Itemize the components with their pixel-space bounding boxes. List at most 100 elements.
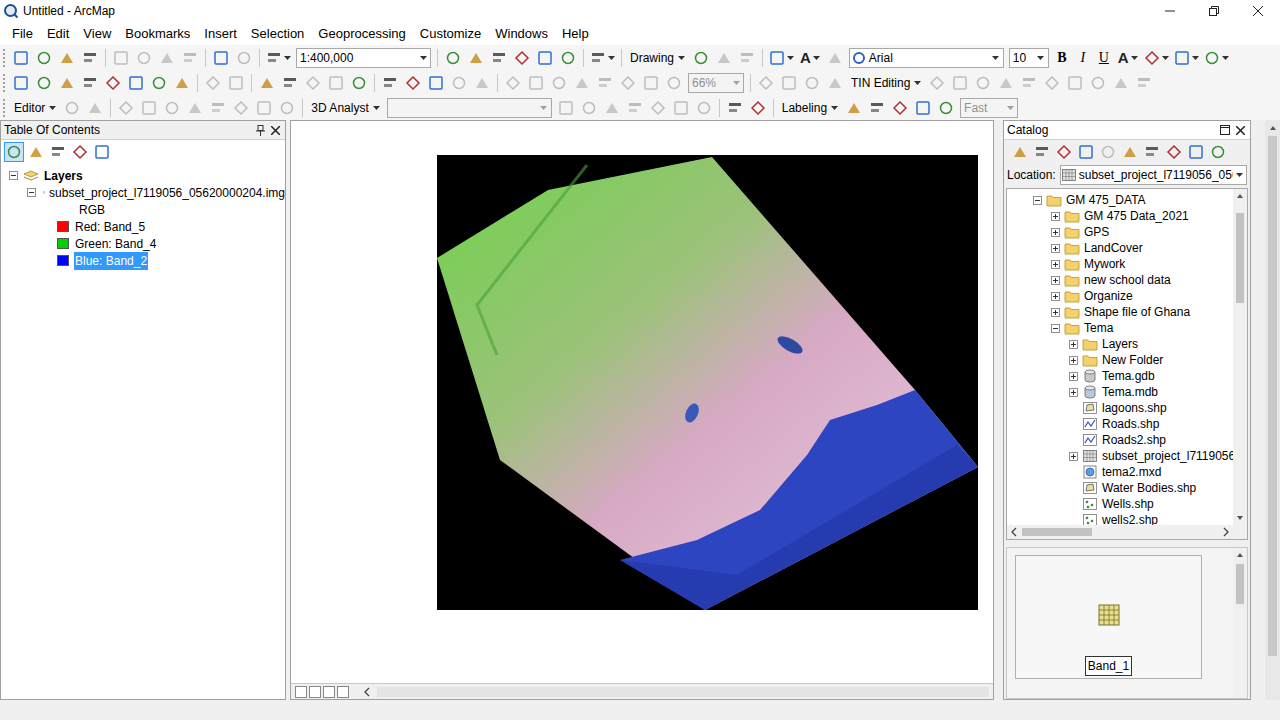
scrollbar-thumb[interactable] bbox=[1022, 528, 1092, 536]
tool-button[interactable] bbox=[617, 72, 639, 94]
tool-dropdown-button[interactable] bbox=[767, 47, 796, 69]
collapse-icon[interactable] bbox=[27, 188, 36, 197]
tool-button[interactable] bbox=[824, 47, 846, 69]
tool-button[interactable] bbox=[624, 97, 646, 119]
tool-button[interactable] bbox=[647, 97, 669, 119]
tool-button[interactable] bbox=[1133, 72, 1155, 94]
tool-button[interactable] bbox=[325, 72, 347, 94]
menu-item[interactable]: Bookmarks bbox=[118, 22, 197, 45]
tool-button[interactable] bbox=[125, 72, 147, 94]
expand-icon[interactable] bbox=[1051, 292, 1060, 301]
horizontal-scrollbar[interactable] bbox=[1007, 525, 1247, 539]
tool-button[interactable] bbox=[102, 72, 124, 94]
catalog-tree-row[interactable]: Mywork bbox=[1007, 256, 1233, 272]
expand-icon[interactable] bbox=[1051, 244, 1060, 253]
tool-button[interactable] bbox=[972, 72, 994, 94]
tool-button[interactable] bbox=[225, 72, 247, 94]
tool-button[interactable] bbox=[56, 47, 78, 69]
tool-button[interactable] bbox=[693, 97, 715, 119]
catalog-tree-row[interactable]: Tema bbox=[1007, 320, 1233, 336]
catalog-tool-button[interactable] bbox=[1142, 142, 1162, 162]
tool-button[interactable] bbox=[233, 47, 255, 69]
close-icon[interactable] bbox=[271, 126, 280, 135]
toolbar-menu[interactable]: 3D Analyst bbox=[307, 97, 383, 119]
tool-button[interactable] bbox=[502, 72, 524, 94]
expand-icon[interactable] bbox=[1051, 228, 1060, 237]
toolbar-grip[interactable] bbox=[3, 74, 6, 92]
tool-button[interactable] bbox=[10, 47, 32, 69]
tool-button[interactable] bbox=[10, 72, 32, 94]
toolbar-menu[interactable]: Labeling bbox=[778, 97, 842, 119]
catalog-tree-row[interactable]: subset_project_l7119056_05 bbox=[1007, 448, 1233, 464]
view-toggle-button[interactable] bbox=[309, 686, 321, 698]
tool-button[interactable] bbox=[207, 97, 229, 119]
catalog-tool-button[interactable] bbox=[1164, 142, 1184, 162]
toolbar-combo[interactable]: Arial bbox=[849, 48, 1004, 68]
catalog-tree-row[interactable]: wells2.shp bbox=[1007, 512, 1233, 525]
menu-item[interactable]: File bbox=[5, 22, 40, 45]
scroll-up-icon[interactable] bbox=[1235, 191, 1245, 201]
scroll-left-icon[interactable] bbox=[1010, 527, 1018, 537]
catalog-tree-row[interactable]: GPS bbox=[1007, 224, 1233, 240]
catalog-tree-row[interactable]: Wells.shp bbox=[1007, 496, 1233, 512]
toc-view-tab[interactable] bbox=[26, 142, 46, 162]
tool-button[interactable] bbox=[525, 72, 547, 94]
tool-button[interactable] bbox=[1018, 72, 1040, 94]
catalog-tree-row[interactable]: Tema.gdb bbox=[1007, 368, 1233, 384]
tool-button[interactable] bbox=[348, 72, 370, 94]
catalog-tree-row[interactable]: Tema.mdb bbox=[1007, 384, 1233, 400]
tool-button[interactable] bbox=[824, 72, 846, 94]
tool-button[interactable] bbox=[663, 72, 685, 94]
catalog-tool-button[interactable] bbox=[1186, 142, 1206, 162]
tool-button[interactable] bbox=[843, 97, 865, 119]
catalog-tree-row[interactable]: lagoons.shp bbox=[1007, 400, 1233, 416]
tool-button[interactable] bbox=[557, 47, 579, 69]
catalog-tree-row[interactable]: Roads2.shp bbox=[1007, 432, 1233, 448]
menu-item[interactable]: Customize bbox=[413, 22, 488, 45]
tool-button[interactable] bbox=[148, 72, 170, 94]
tool-button[interactable] bbox=[110, 47, 132, 69]
tool-button[interactable] bbox=[471, 72, 493, 94]
menu-item[interactable]: Selection bbox=[244, 22, 311, 45]
toc-view-tab[interactable] bbox=[4, 142, 24, 162]
tool-button[interactable] bbox=[210, 47, 232, 69]
tool-button[interactable] bbox=[935, 97, 957, 119]
catalog-tree-row[interactable]: Roads.shp bbox=[1007, 416, 1233, 432]
collapse-icon[interactable] bbox=[1033, 196, 1042, 205]
catalog-tree-row[interactable]: LandCover bbox=[1007, 240, 1233, 256]
window-scrollbar[interactable] bbox=[1265, 120, 1280, 700]
vertical-scrollbar[interactable] bbox=[1233, 548, 1247, 698]
location-combo[interactable]: subset_project_l7119056_056200 bbox=[1060, 165, 1247, 185]
catalog-tree-row[interactable]: new school data bbox=[1007, 272, 1233, 288]
tool-button[interactable] bbox=[425, 72, 447, 94]
scroll-up-icon[interactable] bbox=[1268, 123, 1278, 133]
view-toggle-button[interactable] bbox=[323, 686, 335, 698]
tool-button[interactable] bbox=[1110, 72, 1132, 94]
map-canvas[interactable] bbox=[291, 121, 993, 683]
tool-button[interactable] bbox=[1041, 72, 1063, 94]
scroll-right-icon[interactable] bbox=[1222, 527, 1230, 537]
expand-icon[interactable] bbox=[1069, 388, 1078, 397]
tool-button[interactable] bbox=[442, 47, 464, 69]
tool-button[interactable] bbox=[670, 97, 692, 119]
catalog-tool-button[interactable] bbox=[1120, 142, 1140, 162]
tool-button[interactable] bbox=[402, 72, 424, 94]
scroll-up-icon[interactable] bbox=[1235, 550, 1245, 560]
view-toggle-button[interactable] bbox=[337, 686, 349, 698]
catalog-tree-row[interactable]: GM 475 Data_2021 bbox=[1007, 208, 1233, 224]
tool-button[interactable] bbox=[571, 72, 593, 94]
toolbar-menu[interactable]: Editor bbox=[10, 97, 60, 119]
tool-button[interactable] bbox=[253, 97, 275, 119]
tool-button[interactable] bbox=[184, 97, 206, 119]
tool-button[interactable] bbox=[511, 47, 533, 69]
restore-icon[interactable] bbox=[1220, 125, 1230, 135]
tool-button[interactable] bbox=[161, 97, 183, 119]
toc-view-tab[interactable] bbox=[70, 142, 90, 162]
toolbar-combo[interactable]: 66% bbox=[688, 73, 744, 93]
tool-button[interactable] bbox=[801, 72, 823, 94]
format-button[interactable]: I bbox=[1073, 47, 1093, 69]
layer-checkbox[interactable] bbox=[43, 186, 45, 199]
catalog-tree-row[interactable]: Layers bbox=[1007, 336, 1233, 352]
expand-icon[interactable] bbox=[1069, 340, 1078, 349]
tool-button[interactable] bbox=[156, 47, 178, 69]
